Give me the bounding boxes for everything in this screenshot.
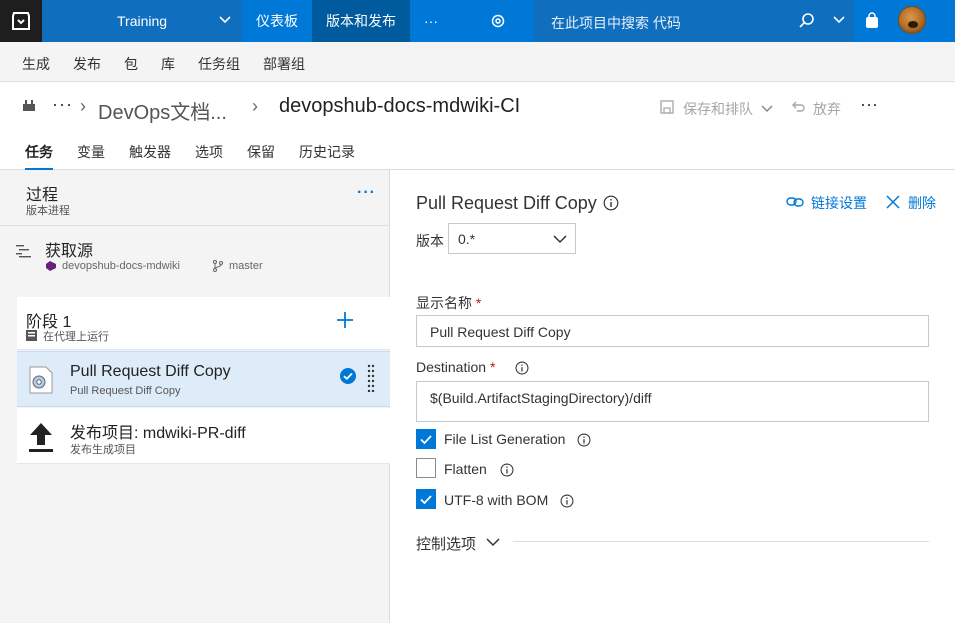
- utf8-bom-checkbox[interactable]: [416, 489, 436, 509]
- info-icon[interactable]: [603, 195, 619, 214]
- task-enabled-check-icon: [340, 368, 356, 387]
- drag-handle-icon[interactable]: [367, 364, 375, 395]
- project-selector[interactable]: Training: [42, 0, 242, 42]
- task-title: 发布项目: mdwiki-PR-diff: [70, 425, 246, 442]
- info-icon[interactable]: [515, 361, 529, 378]
- display-name-label: 显示名称 *: [416, 295, 482, 311]
- flatten-label: Flatten: [444, 461, 487, 477]
- project-name: Training: [117, 13, 168, 29]
- save-queue-chevron-icon[interactable]: [761, 101, 773, 117]
- tab-history[interactable]: 历史记录: [299, 142, 355, 162]
- version-value: 0.*: [458, 231, 476, 247]
- branch-name: master: [229, 260, 263, 272]
- breadcrumb-parent[interactable]: DevOps文档...: [98, 96, 227, 125]
- phase-subtitle: 在代理上运行: [43, 331, 109, 343]
- file-list-generation-checkbox[interactable]: [416, 429, 436, 449]
- repo-name: devopshub-docs-mdwiki: [62, 260, 180, 272]
- branch-icon: [212, 260, 224, 275]
- marketplace-bag-icon[interactable]: [864, 12, 880, 33]
- info-icon[interactable]: [560, 494, 574, 511]
- subnav-library[interactable]: 库: [161, 54, 175, 74]
- build-pipeline-icon: [22, 98, 36, 115]
- task-detail-panel: Pull Request Diff Copy 链接设置 删除 版本 0.* 显示…: [391, 170, 955, 623]
- utf8-bom-label: UTF-8 with BOM: [444, 492, 549, 508]
- search-scope-chevron-icon[interactable]: [832, 12, 846, 29]
- flatten-checkbox[interactable]: [416, 458, 436, 478]
- task-title: Pull Request Diff Copy: [70, 363, 231, 380]
- task-subtitle: 发布生成项目: [70, 444, 136, 456]
- get-sources-item[interactable]: 获取源 devopshub-docs-mdwiki master: [0, 225, 390, 285]
- settings-gear-icon[interactable]: [484, 0, 512, 42]
- save-queue-button[interactable]: 保存和排队: [683, 99, 753, 119]
- chevron-down-icon[interactable]: [486, 536, 500, 551]
- repo-icon: [45, 260, 57, 275]
- tab-triggers[interactable]: 触发器: [129, 142, 171, 162]
- info-icon[interactable]: [500, 463, 514, 480]
- breadcrumb: ··· › DevOps文档... › devopshub-docs-mdwik…: [0, 82, 955, 132]
- breadcrumb-separator-icon: ›: [252, 96, 258, 116]
- task-item-selected[interactable]: Pull Request Diff Copy Pull Request Diff…: [17, 351, 390, 407]
- sources-list-icon: [16, 244, 32, 261]
- tab-options[interactable]: 选项: [195, 142, 223, 162]
- add-task-plus-icon[interactable]: [335, 310, 355, 333]
- task-item[interactable]: 发布项目: mdwiki-PR-diff 发布生成项目: [17, 408, 390, 464]
- discard-button[interactable]: 放弃: [813, 99, 841, 119]
- sub-nav: 生成 发布 包 库 任务组 部署组: [0, 42, 955, 82]
- destination-input[interactable]: $(Build.ArtifactStagingDirectory)/diff: [416, 381, 929, 422]
- tab-tasks[interactable]: 任务: [25, 142, 53, 170]
- chevron-down-icon: [553, 233, 567, 248]
- user-avatar[interactable]: [898, 6, 926, 34]
- task-detail-title: Pull Request Diff Copy: [416, 193, 597, 213]
- subnav-deployment-groups[interactable]: 部署组: [263, 54, 305, 74]
- nav-dashboard[interactable]: 仪表板: [242, 0, 312, 42]
- nav-build-release[interactable]: 版本和发布: [312, 0, 410, 42]
- agent-icon: [26, 329, 37, 344]
- process-panel: 过程 版本进程 ··· 获取源 devopshub-docs-mdwiki ma…: [0, 170, 390, 623]
- subnav-releases[interactable]: 发布: [73, 54, 101, 74]
- task-gear-icon: [28, 365, 56, 398]
- upload-icon: [28, 421, 54, 456]
- subnav-packages[interactable]: 包: [124, 54, 138, 74]
- display-name-input[interactable]: Pull Request Diff Copy: [416, 315, 929, 347]
- destination-label: Destination *: [416, 359, 496, 375]
- version-select[interactable]: 0.*: [448, 223, 576, 254]
- breadcrumb-ellipsis[interactable]: ···: [52, 94, 73, 115]
- save-icon: [660, 100, 674, 117]
- get-sources-title: 获取源: [45, 243, 94, 260]
- task-subtitle: Pull Request Diff Copy: [70, 385, 181, 397]
- close-icon[interactable]: [886, 195, 900, 212]
- search-box[interactable]: 在此项目中搜索 代码: [534, 0, 854, 42]
- link-icon[interactable]: [786, 195, 804, 212]
- process-more-button[interactable]: ···: [357, 184, 376, 202]
- breadcrumb-separator-icon: ›: [80, 96, 86, 116]
- nav-more[interactable]: ···: [410, 0, 452, 42]
- pipeline-title[interactable]: devopshub-docs-mdwiki-CI: [279, 95, 520, 118]
- section-divider: [513, 541, 929, 542]
- phase-item[interactable]: 阶段 1 在代理上运行: [17, 297, 390, 350]
- info-icon[interactable]: [577, 433, 591, 450]
- control-options-toggle[interactable]: 控制选项: [416, 533, 476, 554]
- more-actions-button[interactable]: ···: [860, 94, 878, 115]
- search-placeholder: 在此项目中搜索 代码: [551, 15, 681, 31]
- chevron-down-icon: [218, 12, 232, 29]
- tab-variables[interactable]: 变量: [77, 142, 105, 162]
- subnav-task-groups[interactable]: 任务组: [198, 54, 240, 74]
- pipeline-tabs: 任务 变量 触发器 选项 保留 历史记录: [0, 132, 955, 170]
- search-icon[interactable]: [798, 12, 816, 33]
- version-label: 版本: [416, 233, 444, 249]
- tab-retention[interactable]: 保留: [247, 142, 275, 162]
- display-name-value: Pull Request Diff Copy: [430, 324, 571, 340]
- top-nav: Training 仪表板 版本和发布 ··· 在此项目中搜索 代码: [0, 0, 955, 42]
- undo-icon: [790, 98, 806, 117]
- file-list-generation-label: File List Generation: [444, 431, 566, 447]
- vsts-logo-icon[interactable]: [0, 0, 42, 42]
- link-settings-button[interactable]: 链接设置: [811, 193, 867, 213]
- delete-button[interactable]: 删除: [908, 193, 936, 213]
- destination-value: $(Build.ArtifactStagingDirectory)/diff: [430, 390, 652, 406]
- subnav-builds[interactable]: 生成: [22, 54, 50, 74]
- process-subtitle: 版本进程: [26, 205, 70, 217]
